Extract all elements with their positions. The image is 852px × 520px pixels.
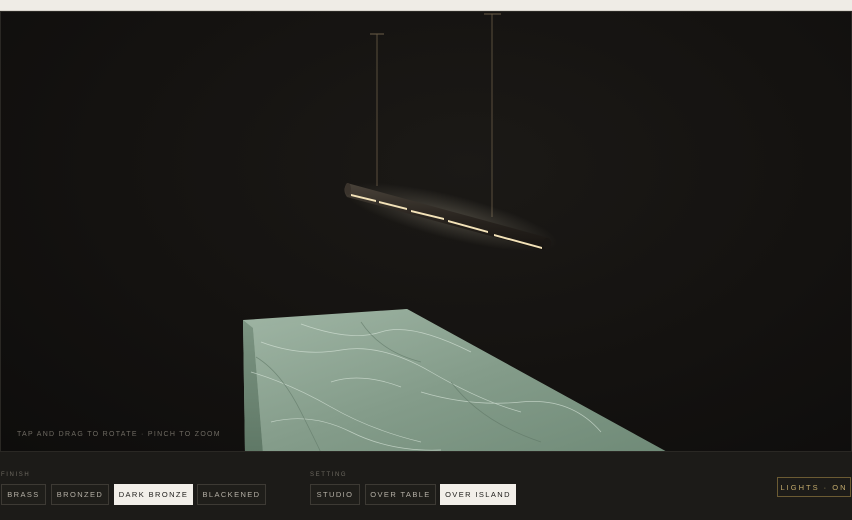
setting-option-over-island[interactable]: OVER ISLAND: [440, 484, 516, 505]
finish-option-brass[interactable]: BRASS: [1, 484, 46, 505]
setting-option-studio[interactable]: STUDIO: [310, 484, 360, 505]
setting-option-over-table[interactable]: OVER TABLE: [365, 484, 436, 505]
finish-label: FINISH: [1, 472, 31, 478]
setting-label: SETTING: [310, 472, 348, 478]
3d-viewport[interactable]: TAP AND DRAG TO ROTATE · PINCH TO ZOOM: [0, 11, 852, 452]
finish-option-bronzed[interactable]: BRONZED: [51, 484, 109, 505]
scene-canvas: [243, 13, 666, 451]
controls-bar: FINISH BRASS BRONZED DARK BRONZE BLACKEN…: [0, 452, 852, 520]
top-bar: [0, 0, 852, 11]
lights-toggle-button[interactable]: LIGHTS · ON: [777, 477, 851, 497]
finish-option-blackened[interactable]: BLACKENED: [197, 484, 266, 505]
interaction-hint: TAP AND DRAG TO ROTATE · PINCH TO ZOOM: [17, 431, 221, 438]
marble-island: [243, 309, 666, 451]
finish-option-dark-bronze[interactable]: DARK BRONZE: [114, 484, 193, 505]
pendant-light-fixture: [344, 182, 558, 252]
